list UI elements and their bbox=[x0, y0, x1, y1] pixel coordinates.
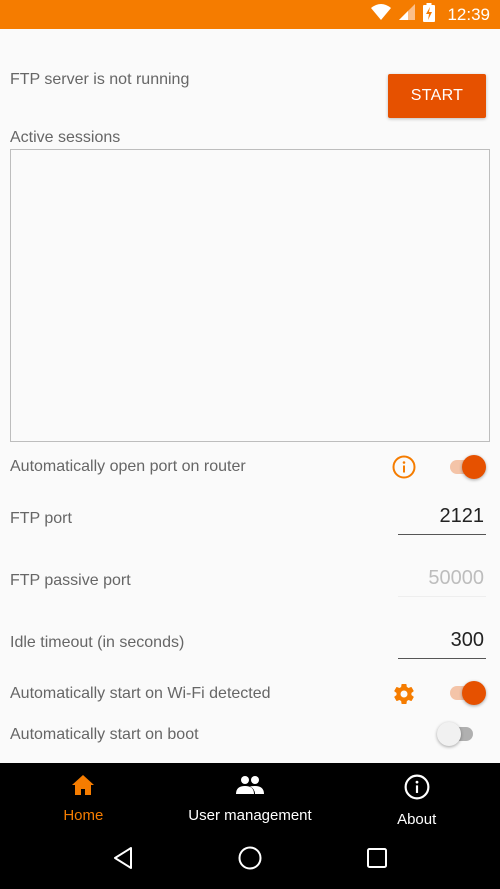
switch-thumb bbox=[437, 722, 461, 746]
back-icon bbox=[112, 846, 134, 875]
idle-timeout-input[interactable] bbox=[398, 627, 486, 659]
ftp-port-label: FTP port bbox=[10, 510, 72, 527]
idle-timeout-label: Idle timeout (in seconds) bbox=[10, 634, 185, 651]
open-port-switch[interactable] bbox=[446, 455, 486, 479]
bottom-navigation: Home User management About bbox=[0, 763, 500, 831]
home-screen: FTP server is not running START Active s… bbox=[0, 29, 500, 763]
battery-charging-icon bbox=[423, 2, 436, 27]
square-icon bbox=[366, 847, 388, 874]
wifi-start-label: Automatically start on Wi-Fi detected bbox=[10, 685, 271, 702]
recents-button[interactable] bbox=[357, 840, 397, 880]
ftp-port-input[interactable] bbox=[398, 503, 486, 535]
wifi-icon bbox=[371, 4, 392, 25]
start-button[interactable]: START bbox=[388, 74, 486, 118]
passive-port-label: FTP passive port bbox=[10, 572, 131, 589]
nav-about-label: About bbox=[397, 811, 437, 828]
home-button[interactable] bbox=[230, 840, 270, 880]
info-icon[interactable] bbox=[391, 454, 417, 480]
passive-port-input bbox=[398, 565, 486, 597]
circle-icon bbox=[237, 845, 263, 876]
sessions-label: Active sessions bbox=[10, 129, 121, 146]
status-bar: 12:39 bbox=[0, 0, 500, 29]
active-sessions-list[interactable] bbox=[10, 149, 490, 442]
gear-icon[interactable] bbox=[391, 681, 417, 707]
boot-start-label: Automatically start on boot bbox=[10, 726, 199, 743]
back-button[interactable] bbox=[103, 840, 143, 880]
info-icon bbox=[404, 774, 430, 805]
nav-home[interactable]: Home bbox=[0, 763, 167, 831]
boot-start-switch[interactable] bbox=[437, 722, 477, 746]
signal-icon bbox=[399, 4, 416, 25]
wifi-start-switch[interactable] bbox=[446, 681, 486, 705]
system-navigation-bar bbox=[0, 831, 500, 889]
switch-thumb bbox=[462, 455, 486, 479]
switch-thumb bbox=[462, 681, 486, 705]
clock: 12:39 bbox=[447, 4, 490, 24]
nav-user-management[interactable]: User management bbox=[167, 763, 334, 831]
open-port-label: Automatically open port on router bbox=[10, 458, 246, 475]
server-status-text: FTP server is not running bbox=[10, 71, 190, 88]
home-icon bbox=[71, 774, 95, 801]
nav-about[interactable]: About bbox=[333, 763, 500, 831]
people-icon bbox=[236, 774, 264, 801]
nav-user-management-label: User management bbox=[188, 807, 312, 824]
nav-home-label: Home bbox=[63, 807, 104, 824]
